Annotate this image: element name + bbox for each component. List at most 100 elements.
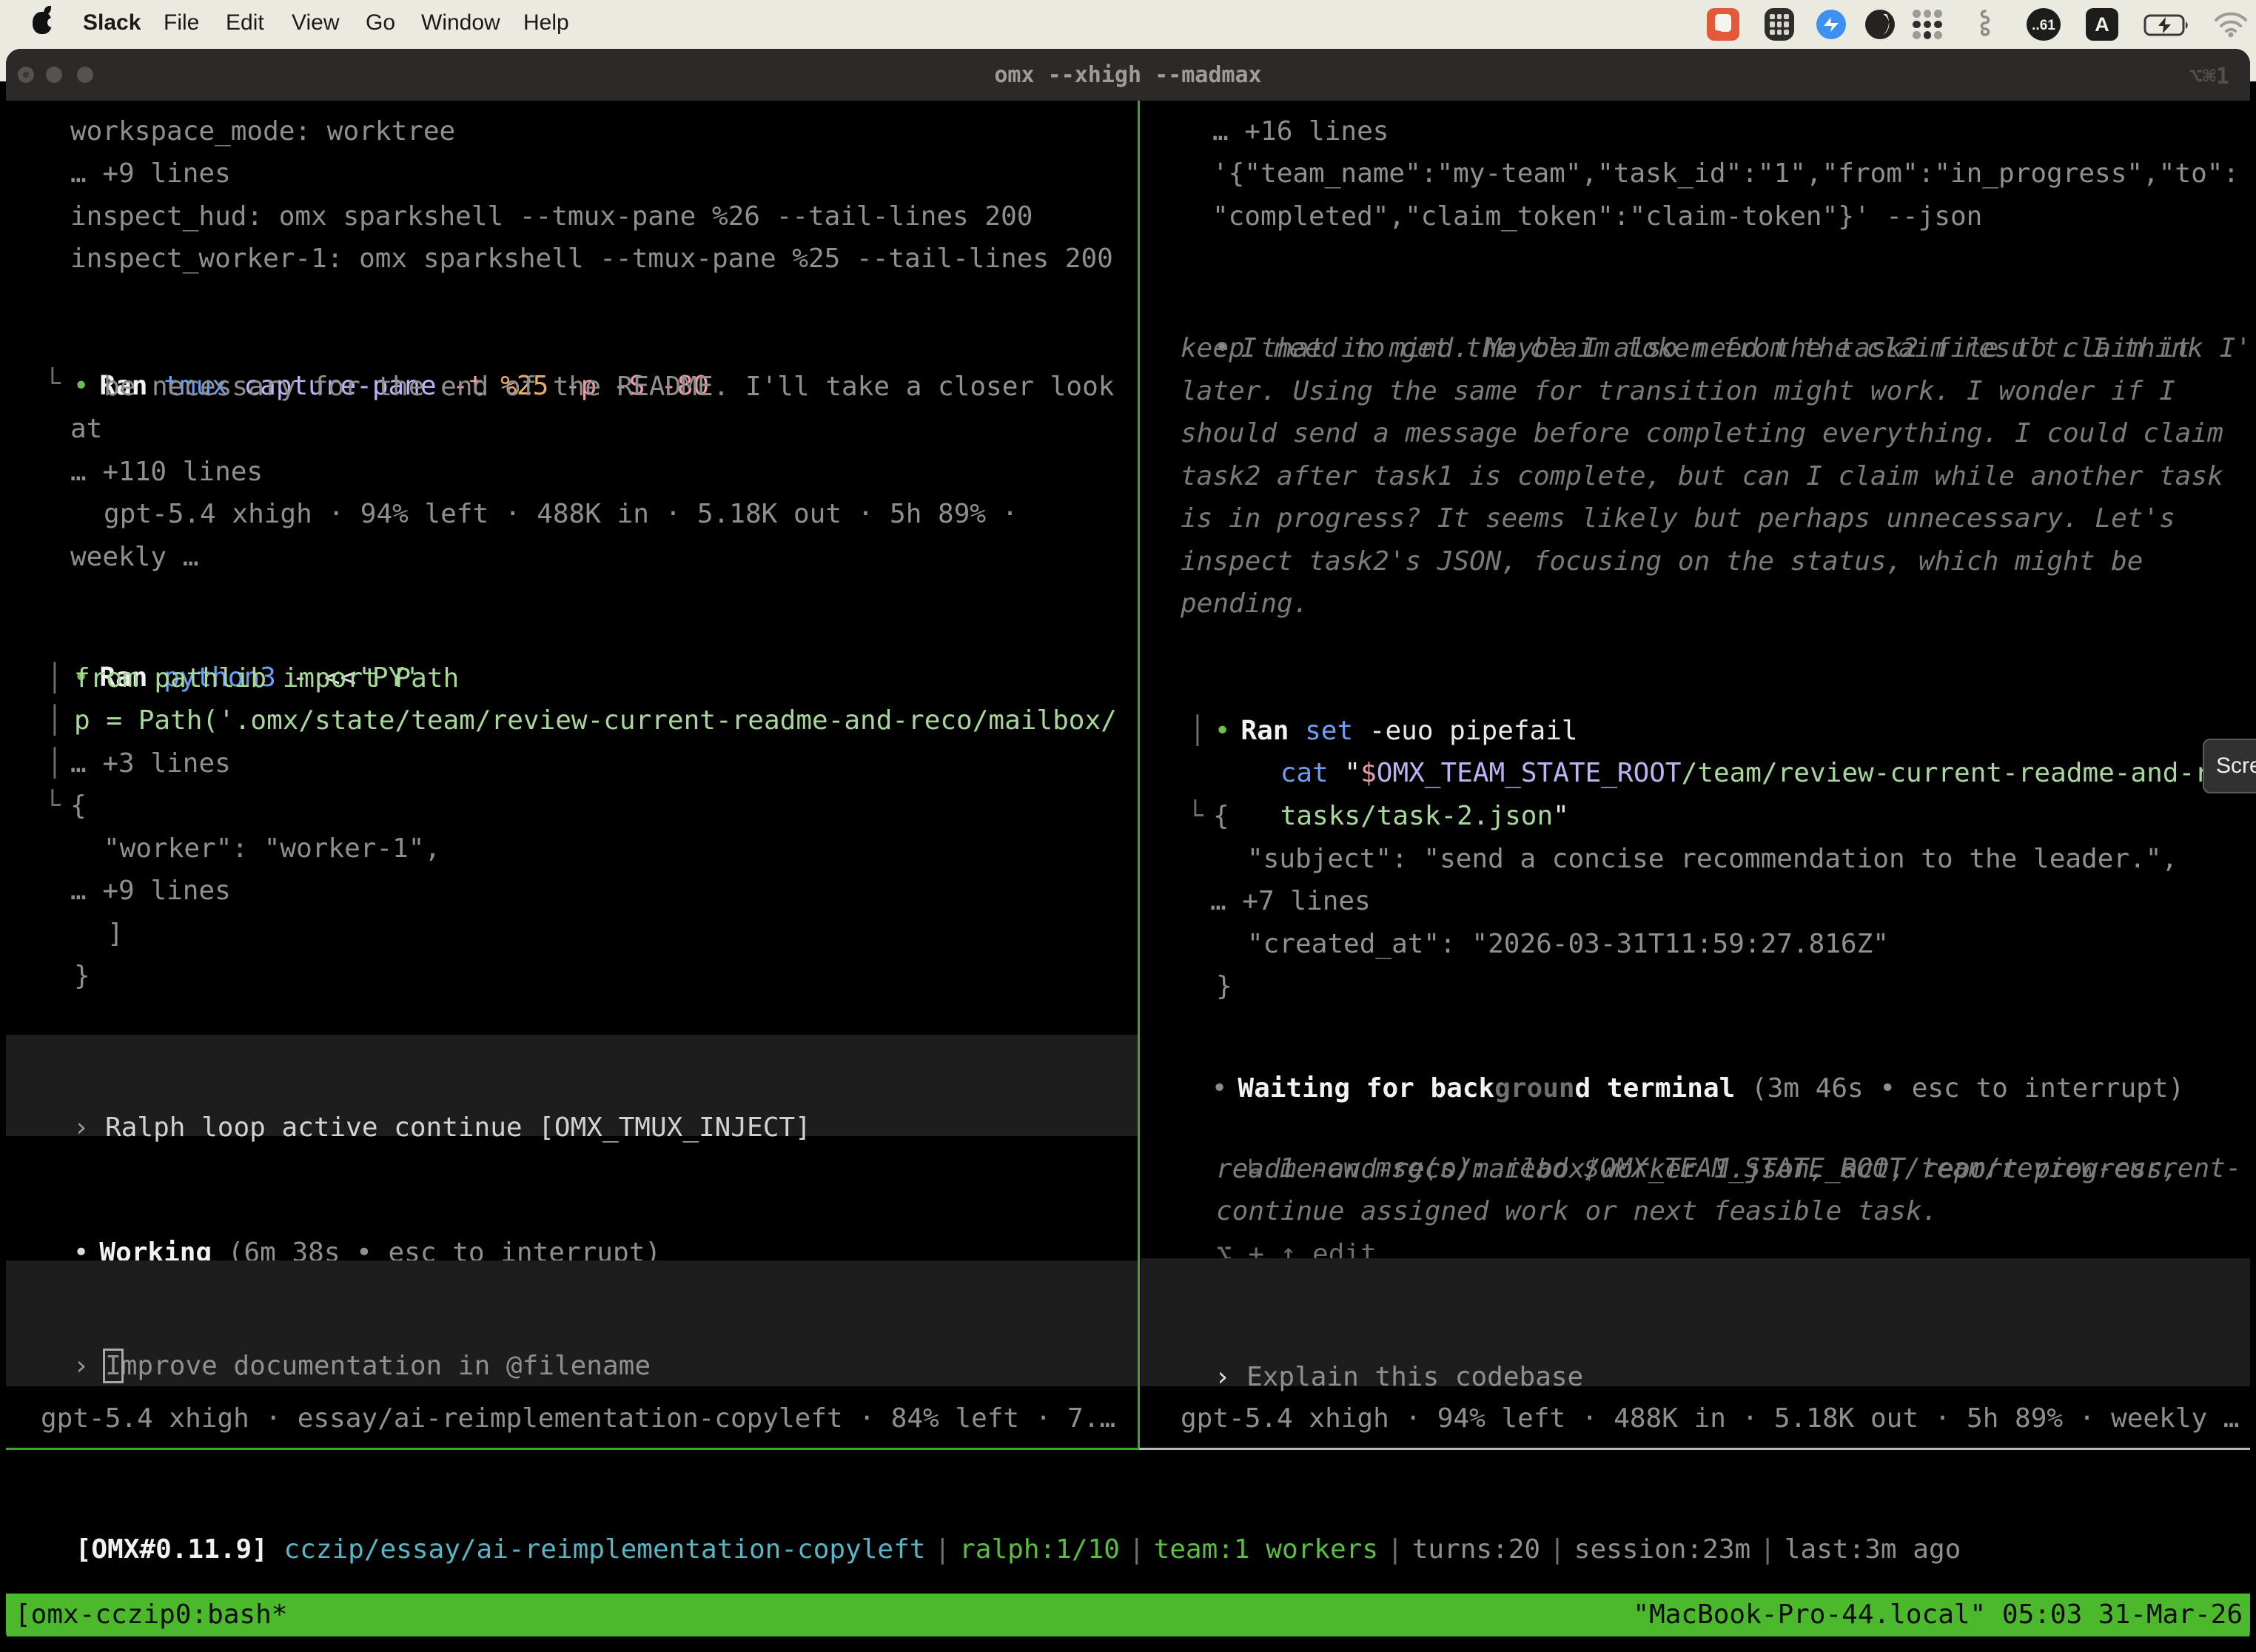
json-line: "worker": "worker-1", [104, 827, 440, 870]
input-source-a-icon[interactable]: A [2086, 8, 2118, 41]
terminal-output-line: … +110 lines [70, 451, 263, 493]
crescent-icon[interactable] [1864, 8, 1896, 41]
quote: " [1553, 801, 1569, 831]
separator: | [934, 1534, 950, 1565]
terminal-output-line: … +9 lines [70, 870, 231, 912]
code-line: p = Path('.omx/state/team/review-current… [74, 699, 1117, 742]
terminal-output-line: be necessary for the end of the README. … [104, 366, 1114, 408]
mailbox-message-line: readme-and-reco/mailbox/worker-1.json, a… [1216, 1148, 2178, 1190]
terminal-output-line: … +16 lines [1212, 110, 1389, 152]
json-brace: { [1213, 795, 1229, 837]
badge-61-icon[interactable]: ..61 [2027, 8, 2059, 41]
json-brace: { [70, 785, 87, 827]
tmux-session-name: [omx-cczip0:bash* [15, 1599, 287, 1630]
separator: | [1387, 1534, 1403, 1565]
thinking-line: should send a message before completing … [1181, 412, 2223, 454]
text-cursor: I [105, 1351, 121, 1381]
waiting-label: d terminal [1575, 1073, 1736, 1104]
menu-file[interactable]: File [164, 10, 199, 36]
run-bullet-icon: • [73, 371, 90, 401]
omx-version: [OMX#0.11.9] [75, 1534, 268, 1565]
terminal-output-line: … +7 lines [1210, 880, 1371, 922]
prompt-placeholder: mprove documentation in @filename [121, 1351, 651, 1381]
omx-session-time: session:23m [1574, 1534, 1750, 1565]
tmux-host-and-clock: "MacBook-Pro-44.local" 05:03 31-Mar-26 [1633, 1599, 2243, 1630]
menu-app-slack[interactable]: Slack [83, 10, 141, 36]
thinking-line: later. Using the same for transition mig… [1181, 370, 2175, 412]
chevron-icon: › [73, 1112, 105, 1143]
output-connector: └ [44, 785, 61, 827]
window-title: omx --xhigh --madmax [6, 62, 2250, 88]
separator: | [1549, 1534, 1565, 1565]
pane-separator[interactable] [1138, 101, 1140, 1448]
json-bracket: ] [107, 913, 124, 955]
model-status-line: gpt-5.4 xhigh · essay/ai-reimplementatio… [41, 1397, 1115, 1440]
active-pane-border [6, 1448, 1139, 1450]
ralph-loop-line: › Ralph loop active continue [OMX_TMUX_I… [9, 1064, 811, 1191]
thinking-line: pending. [1181, 582, 1309, 625]
code-gutter: │ [47, 657, 63, 699]
model-status-line: gpt-5.4 xhigh · 94% left · 488K in · 5.1… [1181, 1397, 2239, 1440]
thinking-line: is in progress? It seems likely but perh… [1181, 497, 2175, 540]
status-bullet-icon: • [1212, 1073, 1228, 1104]
path-fragment: /team/review-current-readme-and-reco/ [1682, 758, 2250, 788]
mailbox-message-line: continue assigned work or next feasible … [1216, 1190, 1938, 1232]
tmux-status-bar: [omx-cczip0:bash* "MacBook-Pro-44.local"… [6, 1594, 2250, 1636]
screenshot-app-icon[interactable] [1707, 8, 1739, 41]
squiggle-icon[interactable] [1967, 8, 2000, 41]
battery-charging-icon[interactable] [2143, 13, 2176, 46]
thinking-line: task2 after task1 is complete, but can I… [1181, 455, 2223, 497]
terminal-output-line: inspect_worker-1: omx sparkshell --tmux-… [70, 238, 1113, 280]
omx-project-path: cczip/essay/ai-reimplementation-copyleft [268, 1534, 926, 1565]
waiting-label-shimmer: groun [1494, 1073, 1574, 1104]
output-connector: └ [1187, 795, 1203, 837]
output-connector: └ [44, 363, 61, 405]
apple-menu-icon[interactable] [33, 12, 52, 34]
code-gutter: │ [47, 699, 63, 742]
omx-ralph-count: ralph:1/10 [959, 1534, 1120, 1565]
terminal-output-line: "completed","claim_token":"claim-token"}… [1212, 195, 1982, 238]
window-shortcut-badge: ⌥⌘1 [2189, 64, 2229, 90]
terminal-output-line: '{"team_name":"my-team","task_id":"1","f… [1212, 152, 2239, 195]
screen-overlay-label: Scre [2216, 753, 2256, 779]
terminal-output-line: inspect_hud: omx sparkshell --tmux-pane … [70, 195, 1033, 238]
separator: | [1129, 1534, 1145, 1565]
menu-edit[interactable]: Edit [226, 10, 264, 36]
json-brace: } [74, 955, 90, 997]
terminal-window: omx --xhigh --madmax ⌥⌘1 workspace_mode:… [6, 49, 2250, 1646]
ralph-loop-text: Ralph loop active continue [OMX_TMUX_INJ… [105, 1112, 811, 1143]
prompt-chevron-icon: › [1215, 1362, 1246, 1392]
menu-view[interactable]: View [292, 10, 339, 36]
badge-61-label: ..61 [2027, 18, 2061, 34]
menu-go[interactable]: Go [366, 10, 395, 36]
code-line: from pathlib import Path [74, 657, 459, 699]
code-gutter: │ [1189, 710, 1206, 752]
wifi-icon[interactable] [2213, 10, 2246, 43]
prompt-placeholder: Explain this codebase [1246, 1362, 1583, 1392]
menu-help[interactable]: Help [523, 10, 569, 36]
terminal-output-line: workspace_mode: worktree [70, 110, 455, 152]
prompt-chevron-icon: › [73, 1351, 105, 1381]
omx-team-workers: team:1 workers [1154, 1534, 1378, 1565]
json-line: "created_at": "2026-03-31T11:59:27.816Z" [1247, 923, 1889, 965]
thinking-line: keep that in mind. Maybe I also need the… [1181, 327, 2191, 369]
keypad-grid-icon[interactable] [1765, 8, 1797, 41]
title-bar: omx --xhigh --madmax ⌥⌘1 [6, 49, 2250, 101]
menu-window[interactable]: Window [421, 10, 500, 36]
omx-turns: turns:20 [1412, 1534, 1540, 1565]
terminal-output-line: gpt-5.4 xhigh · 94% left · 488K in · 5.1… [104, 493, 1018, 535]
omx-last-activity: last:3m ago [1785, 1534, 1961, 1565]
json-line: "subject": "send a concise recommendatio… [1247, 838, 2178, 880]
json-brace: } [1216, 965, 1232, 1007]
terminal-output-line: … +9 lines [70, 152, 231, 195]
code-gutter: │ [47, 742, 63, 785]
separator: | [1759, 1534, 1776, 1565]
terminal-output-line: … +3 lines [70, 742, 231, 785]
path-fragment: tasks/task-2.json [1280, 801, 1553, 831]
dots-grid-icon[interactable] [1913, 8, 1945, 41]
menu-bar: Slack File Edit View Go Window Help [0, 0, 2256, 49]
bolt-messenger-icon[interactable] [1815, 8, 1847, 41]
waiting-label: Waiting for back [1238, 1073, 1494, 1104]
thinking-line: inspect task2's JSON, focusing on the st… [1181, 540, 2143, 582]
terminal-output-line: at [70, 408, 102, 450]
